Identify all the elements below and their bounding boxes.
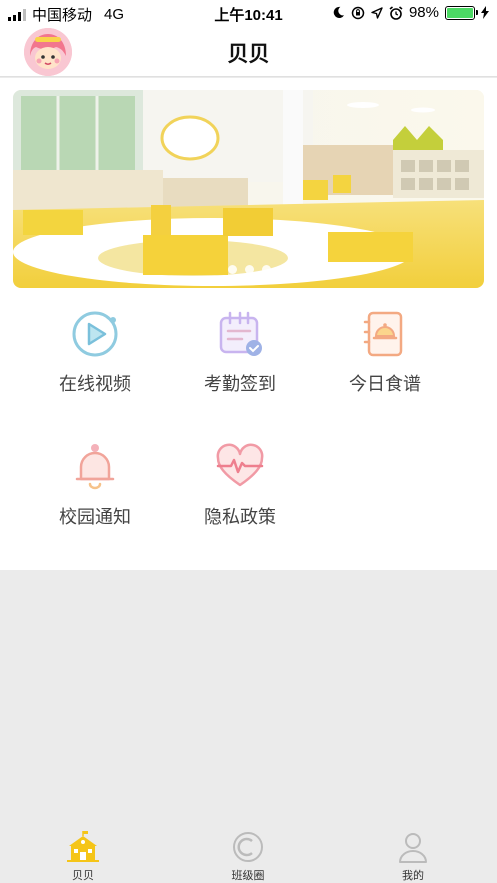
bell-icon [75,444,115,490]
page-title: 贝贝 [227,43,270,66]
school-building-icon [67,831,99,862]
carousel-dot[interactable] [262,265,271,274]
menu-label: 今日食谱 [349,374,421,394]
heart-pulse-icon [216,443,264,487]
banner-carousel[interactable] [13,90,484,288]
user-icon [399,833,427,863]
video-play-icon [72,311,118,357]
menu-campus-notice[interactable]: 校园通知 [25,441,165,529]
alarm-icon [389,5,403,20]
battery-icon [445,5,478,20]
circle-icon [233,832,263,862]
header-bar: 贝贝 [0,26,497,77]
status-bar: 中国移动 4G 上午10:41 98% [0,0,497,26]
menu-privacy-policy[interactable]: 隐私政策 [170,441,310,529]
menu-attendance[interactable]: 考勤签到 [170,308,310,396]
carousel-dots[interactable] [228,265,271,274]
menu-today-recipe[interactable]: 今日食谱 [315,308,455,396]
tab-label: 班级圈 [231,870,265,882]
moon-icon [333,6,345,18]
menu-label: 在线视频 [59,374,131,394]
status-right: 98% [332,4,489,21]
menu-online-video[interactable]: 在线视频 [25,308,165,396]
recipe-book-icon [363,311,403,357]
carousel-dot[interactable] [245,265,254,274]
location-icon [371,6,383,19]
tab-beibei[interactable]: 贝贝 [43,830,123,883]
tab-mine[interactable]: 我的 [373,830,453,883]
carousel-dot[interactable] [228,265,237,274]
menu-label: 校园通知 [59,507,131,527]
tab-label: 贝贝 [72,870,94,882]
classroom-photo [13,90,484,288]
menu-label: 隐私政策 [204,507,276,527]
menu-label: 考勤签到 [204,374,276,394]
tab-class-circle[interactable]: 班级圈 [208,830,288,883]
bottom-tab-bar: 贝贝 班级圈 我的 [0,830,497,883]
tab-label: 我的 [402,870,424,882]
home-content: 在线视频 考勤签到 今日食谱 校园通知 隐私政策 [0,78,497,570]
battery-percent: 98% [408,4,439,21]
charging-icon [481,6,489,19]
calendar-check-icon [219,311,262,356]
rotation-lock-icon [351,6,365,19]
